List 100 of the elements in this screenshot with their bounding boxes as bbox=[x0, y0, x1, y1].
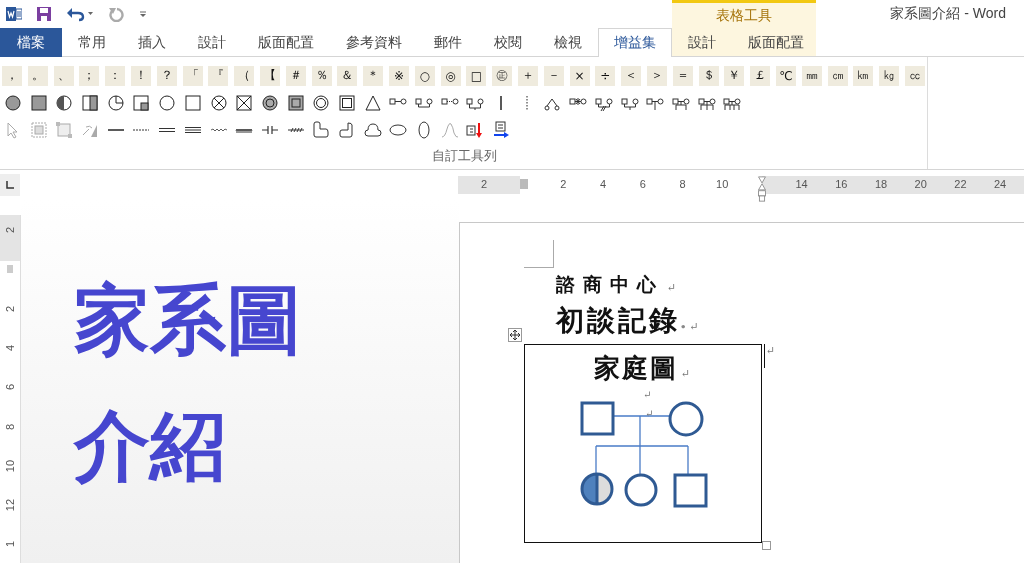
circle-icon[interactable] bbox=[158, 93, 177, 112]
symbol-button[interactable]: ＜ bbox=[621, 65, 642, 86]
ribbon-tab[interactable]: 郵件 bbox=[418, 28, 478, 57]
corner-square-icon[interactable] bbox=[132, 93, 151, 112]
symbol-button[interactable]: 「 bbox=[182, 65, 203, 86]
overlay-title: 介紹 bbox=[74, 401, 226, 490]
symbol-button[interactable]: ㎞ bbox=[853, 65, 874, 86]
symbol-button[interactable]: ※ bbox=[388, 65, 409, 86]
ribbon-tab[interactable]: 設計 bbox=[672, 28, 732, 57]
step-shape-icon[interactable] bbox=[337, 120, 356, 139]
shaded-circle-icon[interactable] bbox=[4, 93, 22, 112]
crossed-square-icon[interactable] bbox=[235, 93, 254, 112]
double-circle-icon[interactable] bbox=[312, 93, 331, 112]
symbol-button[interactable]: ＆ bbox=[337, 65, 358, 86]
male-square-symbol bbox=[673, 473, 708, 508]
ribbon-tab[interactable]: 參考資料 bbox=[330, 28, 418, 57]
ruler-number: 1 bbox=[4, 541, 16, 548]
symbol-button[interactable]: ㎝ bbox=[827, 65, 848, 86]
ribbon-tab[interactable]: 檔案 bbox=[0, 28, 62, 57]
symbol-button[interactable]: － bbox=[543, 65, 564, 86]
ribbon-tab[interactable]: 版面配置 bbox=[242, 28, 330, 57]
symbol-button[interactable]: ㏄ bbox=[904, 65, 925, 86]
ribbon-tab[interactable]: 常用 bbox=[62, 28, 122, 57]
symbol-button[interactable]: × bbox=[569, 65, 590, 86]
ribbon-tab[interactable]: 增益集 bbox=[598, 28, 672, 57]
symbol-button[interactable]: ＄ bbox=[698, 65, 719, 86]
symbol-button[interactable]: ＝ bbox=[672, 65, 693, 86]
margin-marker-icon[interactable] bbox=[519, 178, 528, 190]
overlay-title: 家系圖 bbox=[74, 275, 302, 364]
ringed-shaded-circle-icon[interactable] bbox=[260, 93, 279, 112]
table-resize-handle[interactable] bbox=[762, 541, 771, 550]
ruler-number: 14 bbox=[795, 178, 808, 190]
indent-marker-icon[interactable] bbox=[756, 176, 767, 202]
symbol-button[interactable]: ￡ bbox=[750, 65, 771, 86]
half-shaded-square-icon[interactable] bbox=[81, 93, 100, 112]
symbol-button[interactable]: 、 bbox=[53, 65, 74, 86]
box-right-arrow-icon[interactable] bbox=[492, 120, 511, 139]
crop-mark bbox=[524, 240, 554, 268]
symbol-button[interactable]: ＞ bbox=[646, 65, 667, 86]
box-down-arrow-icon[interactable] bbox=[466, 120, 485, 139]
square-icon[interactable] bbox=[183, 93, 202, 112]
symbol-button[interactable]: ㎏ bbox=[879, 65, 900, 86]
ruler-number: 12 bbox=[4, 498, 16, 512]
triangle-icon[interactable] bbox=[363, 93, 382, 112]
context-group-title: 表格工具 bbox=[672, 0, 816, 28]
cloud-icon[interactable] bbox=[363, 120, 382, 139]
margin-marker-icon[interactable] bbox=[7, 265, 13, 274]
symbol-button[interactable]: ÷ bbox=[595, 65, 616, 86]
female-circle-symbol bbox=[668, 401, 704, 437]
symbol-button[interactable]: ； bbox=[79, 65, 100, 86]
framed-shaded-square-icon[interactable] bbox=[286, 93, 305, 112]
horizontal-ruler[interactable]: 2 2 4 6 8 10 14 16 18 20 22 24 bbox=[458, 176, 1024, 202]
symbol-button[interactable]: ＃ bbox=[285, 65, 306, 86]
symbol-button[interactable]: ℃ bbox=[775, 65, 796, 86]
symbol-button[interactable]: □ bbox=[466, 65, 487, 86]
symbol-button[interactable]: ㊣ bbox=[492, 65, 513, 86]
ruler-number: 10 bbox=[4, 459, 16, 472]
symbol-button[interactable]: （ bbox=[234, 65, 255, 86]
tall-ellipse-icon[interactable] bbox=[415, 120, 433, 139]
female-circle-symbol bbox=[624, 473, 658, 507]
vertical-ruler[interactable]: 2 2 4 6 8 10 12 1 bbox=[0, 215, 21, 563]
symbol-button[interactable]: 『 bbox=[208, 65, 229, 86]
symbol-button[interactable]: 。 bbox=[27, 65, 48, 86]
word-logo-icon[interactable] bbox=[6, 6, 22, 22]
symbol-button[interactable]: ㎜ bbox=[801, 65, 822, 86]
ruler-number: 22 bbox=[954, 178, 967, 190]
symbol-button[interactable]: ◎ bbox=[440, 65, 461, 86]
paragraph-mark: ↵ bbox=[689, 320, 702, 333]
crossed-circle-icon[interactable] bbox=[209, 93, 228, 112]
symbol-button[interactable]: ＋ bbox=[517, 65, 538, 86]
ruler-number: 4 bbox=[4, 344, 16, 351]
symbol-button[interactable]: ％ bbox=[311, 65, 332, 86]
symbol-button[interactable]: ＊ bbox=[363, 65, 384, 86]
tab-stop-button[interactable] bbox=[0, 174, 20, 196]
rounded-l-shape-icon[interactable] bbox=[312, 120, 331, 139]
ribbon-tab[interactable]: 檢視 bbox=[538, 28, 598, 57]
ribbon-tab[interactable]: 插入 bbox=[122, 28, 182, 57]
symbol-button[interactable]: ！ bbox=[131, 65, 151, 86]
ribbon-tab[interactable]: 版面配置 bbox=[732, 28, 820, 57]
half-filled-circle-icon[interactable] bbox=[55, 93, 74, 112]
shaded-square-icon[interactable] bbox=[29, 93, 48, 112]
save-icon[interactable] bbox=[36, 6, 52, 22]
ribbon-tab[interactable]: 校閱 bbox=[478, 28, 538, 57]
customize-caret-icon[interactable] bbox=[138, 9, 148, 19]
symbol-button[interactable]: 【 bbox=[259, 65, 280, 86]
undo-icon[interactable] bbox=[66, 6, 94, 22]
symbol-button[interactable]: ？ bbox=[156, 65, 177, 86]
quartered-circle-icon[interactable] bbox=[106, 93, 125, 112]
title-text: 初談記錄 bbox=[556, 304, 680, 337]
ruler-number: 6 bbox=[4, 384, 16, 391]
ribbon-tab[interactable]: 設計 bbox=[182, 28, 242, 57]
table-move-handle-icon[interactable] bbox=[508, 328, 522, 342]
heading-text: 諮商中心 bbox=[556, 273, 664, 295]
symbol-button[interactable]: ￥ bbox=[724, 65, 745, 86]
double-square-icon[interactable] bbox=[337, 93, 356, 112]
paragraph-mark: ↵ bbox=[680, 367, 693, 380]
symbol-button[interactable]: ○ bbox=[414, 65, 435, 86]
symbol-button[interactable]: ， bbox=[2, 65, 22, 86]
ruler-number: 10 bbox=[716, 178, 729, 190]
symbol-button[interactable]: ： bbox=[105, 65, 126, 86]
